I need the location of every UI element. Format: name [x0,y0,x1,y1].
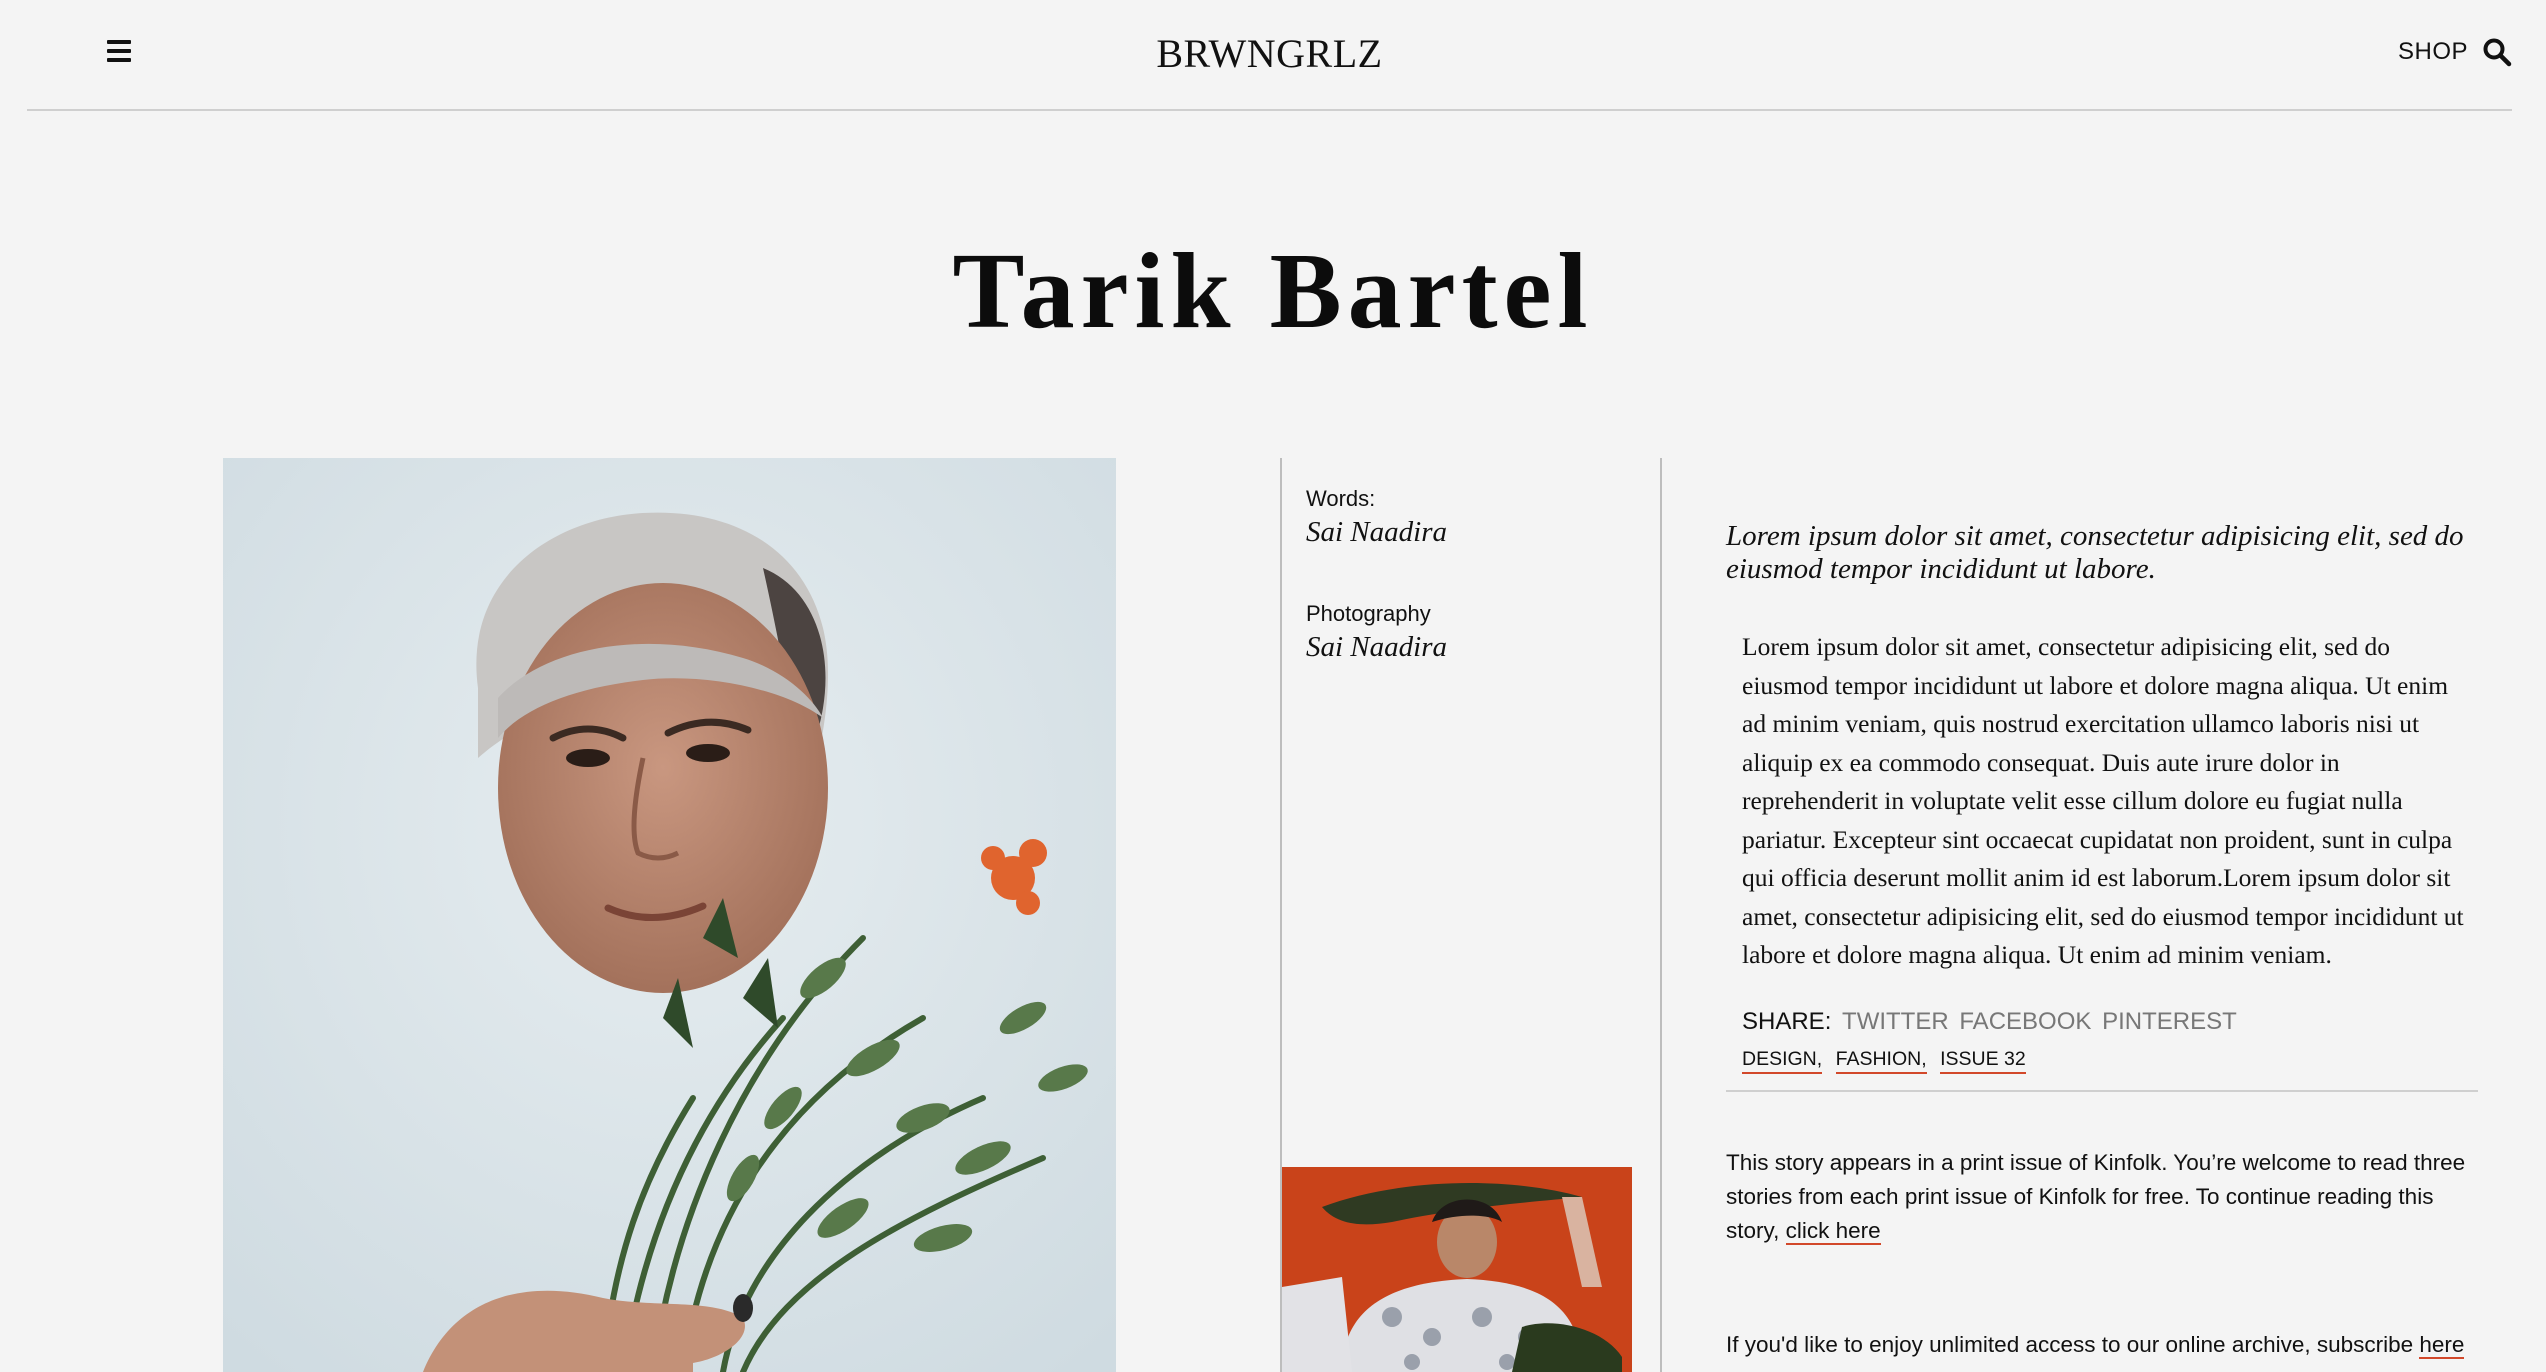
subscribe-note-text: If you'd like to enjoy unlimited access … [1726,1332,2420,1357]
tag-design[interactable]: DESIGN, [1742,1048,1823,1074]
credit-name[interactable]: Sai Naadira [1306,631,1447,664]
site-logo[interactable]: BRWNGRLZ [27,30,2512,77]
shop-search-group: SHOP [2398,37,2512,67]
share-pinterest-link[interactable]: PINTEREST [2102,1008,2237,1035]
page: BRWNGRLZ SHOP Tarik Bartel Words: Sai Na… [0,0,2546,1372]
article-lede: Lorem ipsum dolor sit amet, consectetur … [1726,520,2464,585]
credit-words: Words: Sai Naadira [1306,486,1447,549]
site-header: BRWNGRLZ SHOP [27,0,2512,111]
share-bar: SHARE: TWITTER FACEBOOK PINTEREST [1742,1008,2237,1036]
subscribe-here-link[interactable]: here [2419,1332,2465,1359]
portrait-illustration [223,458,1116,1372]
credit-photography: Photography Sai Naadira [1306,601,1447,664]
credit-name[interactable]: Sai Naadira [1306,516,1447,549]
search-icon[interactable] [2482,37,2512,67]
section-divider [1726,1090,2478,1092]
article-body: Lorem ipsum dolor sit amet, consectetur … [1742,632,2464,969]
related-story-thumbnail[interactable] [1282,1167,1632,1372]
print-issue-note: This story appears in a print issue of K… [1726,1146,2478,1248]
click-here-link[interactable]: click here [1785,1218,1881,1245]
shop-link[interactable]: SHOP [2398,38,2468,66]
share-label: SHARE: [1742,1008,1832,1035]
share-twitter-link[interactable]: TWITTER [1842,1008,1949,1035]
subscribe-note: If you'd like to enjoy unlimited access … [1726,1328,2478,1362]
tag-list: DESIGN, FASHION, ISSUE 32 [1742,1048,2034,1074]
credit-label: Photography [1306,601,1431,626]
thumbnail-illustration [1282,1167,1632,1372]
tag-issue-32[interactable]: ISSUE 32 [1940,1048,2026,1074]
hero-portrait-image [223,458,1116,1372]
credits-column: Words: Sai Naadira Photography Sai Naadi… [1280,458,1662,1372]
credit-label: Words: [1306,486,1376,511]
share-facebook-link[interactable]: FACEBOOK [1959,1008,2091,1035]
tag-fashion[interactable]: FASHION, [1835,1048,1927,1074]
article-title: Tarik Bartel [952,232,1594,351]
